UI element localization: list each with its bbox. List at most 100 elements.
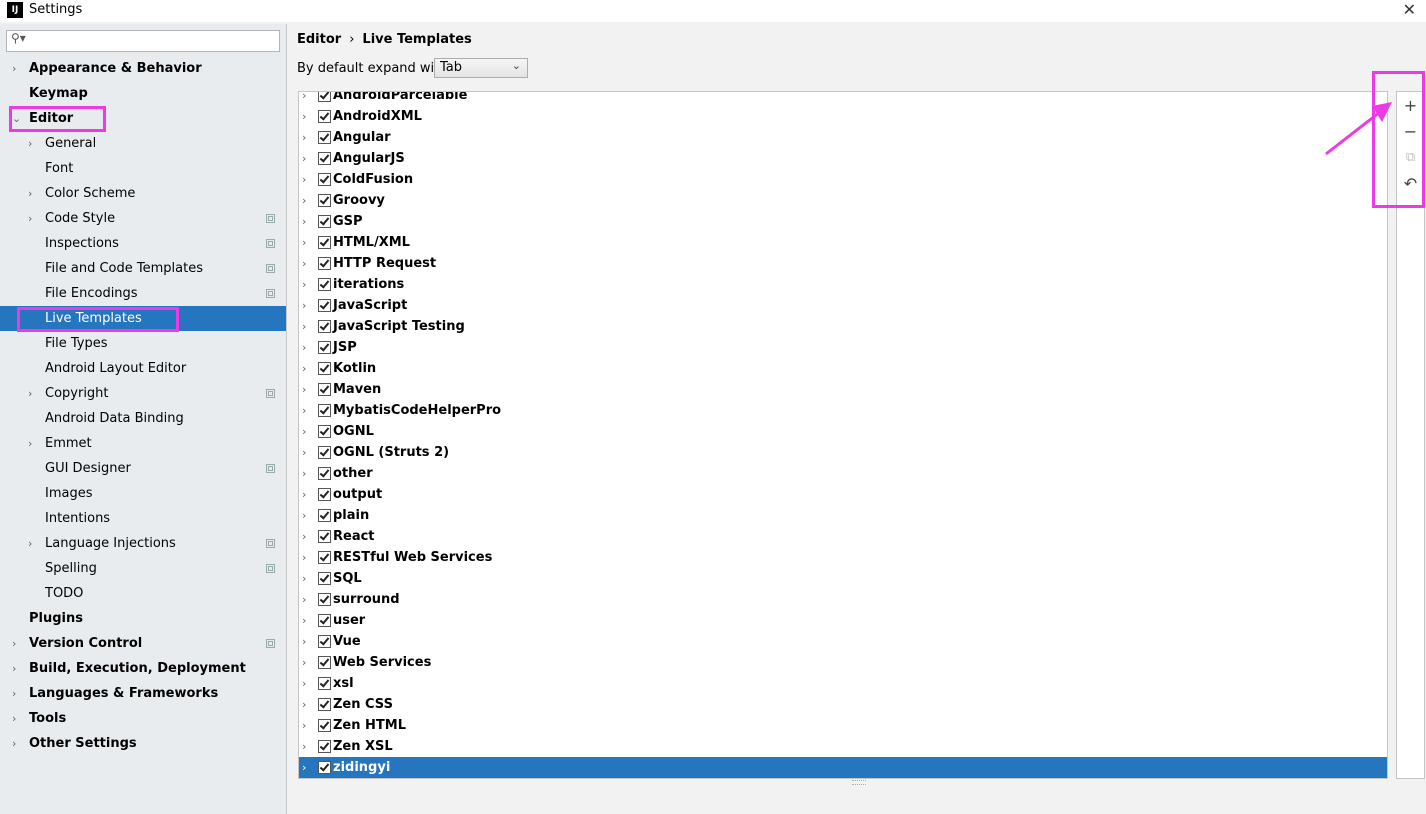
group-checkbox[interactable] — [318, 341, 331, 354]
chevron-right-icon[interactable]: › — [12, 681, 16, 706]
group-checkbox[interactable] — [318, 236, 331, 249]
group-checkbox[interactable] — [318, 761, 331, 774]
chevron-right-icon[interactable]: › — [302, 736, 306, 757]
resize-grip[interactable] — [852, 780, 866, 785]
chevron-right-icon[interactable]: › — [302, 463, 306, 484]
template-group-row[interactable]: › Vue — [299, 631, 1387, 652]
close-icon[interactable]: ✕ — [1403, 0, 1416, 19]
chevron-right-icon[interactable]: › — [302, 526, 306, 547]
sidebar-item-file-encodings[interactable]: File Encodings — [0, 281, 286, 306]
template-group-row[interactable]: › AndroidParcelable — [299, 92, 1387, 106]
chevron-right-icon[interactable]: › — [302, 610, 306, 631]
chevron-right-icon[interactable]: › — [302, 169, 306, 190]
chevron-right-icon[interactable]: › — [302, 295, 306, 316]
chevron-right-icon[interactable]: › — [28, 531, 32, 556]
template-group-row[interactable]: › Web Services — [299, 652, 1387, 673]
chevron-right-icon[interactable]: › — [302, 673, 306, 694]
template-group-row[interactable]: › iterations — [299, 274, 1387, 295]
sidebar-item-general[interactable]: › General — [0, 131, 286, 156]
template-group-row[interactable]: › AngularJS — [299, 148, 1387, 169]
chevron-right-icon[interactable]: › — [302, 400, 306, 421]
group-checkbox[interactable] — [318, 530, 331, 543]
sidebar-item-emmet[interactable]: › Emmet — [0, 431, 286, 456]
chevron-right-icon[interactable]: › — [12, 706, 16, 731]
template-group-row[interactable]: › Zen CSS — [299, 694, 1387, 715]
sidebar-item-languages-frameworks[interactable]: › Languages & Frameworks — [0, 681, 286, 706]
group-checkbox[interactable] — [318, 152, 331, 165]
sidebar-item-other-settings[interactable]: › Other Settings — [0, 731, 286, 756]
group-checkbox[interactable] — [318, 656, 331, 669]
group-checkbox[interactable] — [318, 173, 331, 186]
template-group-row[interactable]: › xsl — [299, 673, 1387, 694]
chevron-right-icon[interactable]: › — [302, 106, 306, 127]
template-group-row[interactable]: › Kotlin — [299, 358, 1387, 379]
add-icon[interactable]: + — [1397, 94, 1424, 118]
sidebar-item-live-templates[interactable]: Live Templates — [0, 306, 286, 331]
chevron-right-icon[interactable]: › — [302, 694, 306, 715]
chevron-right-icon[interactable]: › — [302, 358, 306, 379]
sidebar-item-language-injections[interactable]: › Language Injections — [0, 531, 286, 556]
group-checkbox[interactable] — [318, 740, 331, 753]
template-group-row[interactable]: › AndroidXML — [299, 106, 1387, 127]
sidebar-item-editor[interactable]: ⌄ Editor — [0, 106, 286, 131]
chevron-right-icon[interactable]: › — [28, 431, 32, 456]
template-group-row[interactable]: › ColdFusion — [299, 169, 1387, 190]
sidebar-item-android-layout-editor[interactable]: Android Layout Editor — [0, 356, 286, 381]
group-checkbox[interactable] — [318, 257, 331, 270]
group-checkbox[interactable] — [318, 383, 331, 396]
chevron-right-icon[interactable]: › — [302, 127, 306, 148]
sidebar-item-copyright[interactable]: › Copyright — [0, 381, 286, 406]
chevron-right-icon[interactable]: › — [12, 656, 16, 681]
template-group-row[interactable]: › other — [299, 463, 1387, 484]
group-checkbox[interactable] — [318, 92, 331, 102]
sidebar-item-file-and-code-templates[interactable]: File and Code Templates — [0, 256, 286, 281]
chevron-right-icon[interactable]: › — [302, 757, 306, 778]
sidebar-item-todo[interactable]: TODO — [0, 581, 286, 606]
template-group-row[interactable]: › OGNL (Struts 2) — [299, 442, 1387, 463]
chevron-right-icon[interactable]: › — [28, 131, 32, 156]
template-group-row[interactable]: › Zen HTML — [299, 715, 1387, 736]
sidebar-item-images[interactable]: Images — [0, 481, 286, 506]
group-checkbox[interactable] — [318, 677, 331, 690]
chevron-right-icon[interactable]: › — [302, 421, 306, 442]
chevron-right-icon[interactable]: › — [302, 442, 306, 463]
chevron-right-icon[interactable]: › — [302, 484, 306, 505]
chevron-right-icon[interactable]: › — [302, 631, 306, 652]
group-checkbox[interactable] — [318, 635, 331, 648]
chevron-right-icon[interactable]: › — [302, 190, 306, 211]
chevron-right-icon[interactable]: › — [302, 316, 306, 337]
template-group-row[interactable]: › HTTP Request — [299, 253, 1387, 274]
copy-icon[interactable]: ⧉ — [1397, 146, 1424, 170]
template-group-row[interactable]: › MybatisCodeHelperPro — [299, 400, 1387, 421]
group-checkbox[interactable] — [318, 614, 331, 627]
group-checkbox[interactable] — [318, 299, 331, 312]
sidebar-item-color-scheme[interactable]: › Color Scheme — [0, 181, 286, 206]
group-checkbox[interactable] — [318, 572, 331, 585]
template-group-row[interactable]: › React — [299, 526, 1387, 547]
chevron-right-icon[interactable]: › — [302, 232, 306, 253]
chevron-right-icon[interactable]: › — [302, 148, 306, 169]
chevron-right-icon[interactable]: › — [302, 337, 306, 358]
group-checkbox[interactable] — [318, 509, 331, 522]
sidebar-item-inspections[interactable]: Inspections — [0, 231, 286, 256]
chevron-right-icon[interactable]: › — [12, 56, 16, 81]
expand-with-select[interactable]: Tab ⌄ — [434, 58, 528, 78]
template-group-row[interactable]: › zidingyi — [299, 757, 1387, 778]
chevron-right-icon[interactable]: › — [302, 253, 306, 274]
chevron-right-icon[interactable]: › — [302, 568, 306, 589]
sidebar-item-android-data-binding[interactable]: Android Data Binding — [0, 406, 286, 431]
group-checkbox[interactable] — [318, 551, 331, 564]
sidebar-item-font[interactable]: Font — [0, 156, 286, 181]
chevron-right-icon[interactable]: › — [302, 652, 306, 673]
template-group-row[interactable]: › JSP — [299, 337, 1387, 358]
group-checkbox[interactable] — [318, 446, 331, 459]
template-group-row[interactable]: › Angular — [299, 127, 1387, 148]
chevron-right-icon[interactable]: › — [302, 211, 306, 232]
chevron-right-icon[interactable]: › — [302, 92, 306, 106]
template-group-row[interactable]: › Groovy — [299, 190, 1387, 211]
chevron-right-icon[interactable]: › — [302, 505, 306, 526]
remove-icon[interactable]: − — [1397, 120, 1424, 144]
group-checkbox[interactable] — [318, 131, 331, 144]
chevron-right-icon[interactable]: › — [28, 181, 32, 206]
template-group-row[interactable]: › output — [299, 484, 1387, 505]
